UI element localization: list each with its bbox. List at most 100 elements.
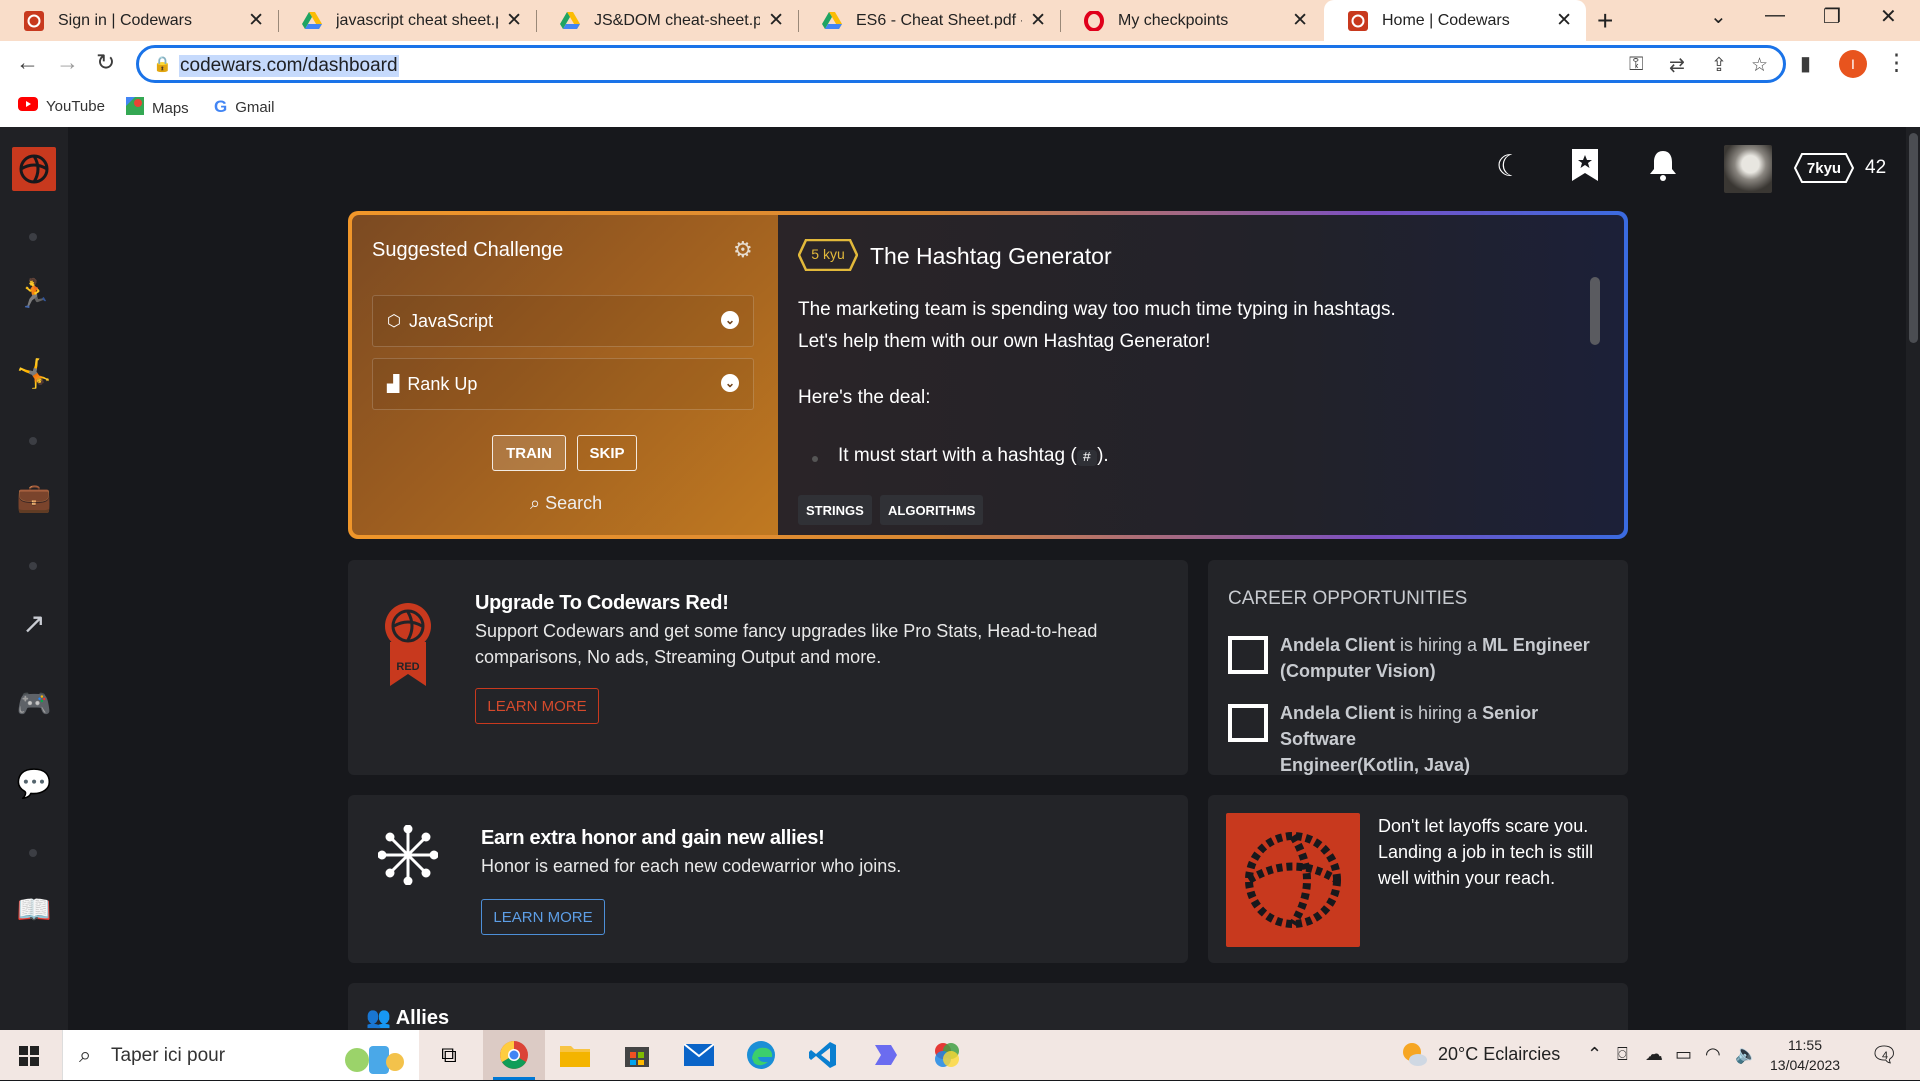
vscode-icon[interactable] [806, 1038, 840, 1072]
practice-icon[interactable]: 🤸 [12, 353, 56, 393]
onedrive-cloud-icon[interactable]: ☁ [1645, 1044, 1663, 1065]
back-button[interactable]: ← [16, 49, 39, 76]
bookmark-star-icon[interactable]: ☆ [1751, 54, 1768, 77]
codewars-logo-icon[interactable] [12, 147, 56, 191]
bookmark-gmail[interactable]: G Gmail [214, 97, 274, 117]
browser-tab[interactable]: javascript cheat sheet.pdf - ✕ [278, 0, 536, 41]
scrollbar-thumb[interactable] [1909, 133, 1918, 343]
url-text[interactable]: codewars.com/dashboard [179, 55, 399, 77]
language-value: JavaScript [408, 310, 494, 331]
lock-icon[interactable]: 🔒 [153, 55, 172, 73]
color-wheel-app-icon[interactable] [930, 1038, 964, 1072]
allies-learn-more-button[interactable]: LEARN MORE [481, 899, 605, 935]
power-automate-icon[interactable] [868, 1038, 902, 1072]
taskbar-search-box[interactable]: ⌕ Taper ici pour [62, 1030, 419, 1080]
close-tab-icon[interactable]: ✕ [768, 9, 784, 32]
profile-avatar[interactable]: I [1839, 50, 1867, 78]
clock-date: 13/04/2023 [1770, 1057, 1841, 1073]
language-select[interactable]: ⬡ JavaScript ⌄ [372, 295, 754, 347]
weather-text[interactable]: 20°C Eclaircies [1438, 1044, 1560, 1065]
job-text: Andela Client is hiring a Senior Softwar… [1280, 700, 1610, 778]
browser-tab[interactable]: JS&DOM cheat-sheet.pdf - ✕ [536, 0, 798, 41]
notification-center-icon[interactable]: 🗨 4 [1870, 1042, 1898, 1068]
close-window-button[interactable]: ✕ [1880, 4, 1897, 29]
key-icon[interactable]: ⚿ [1629, 54, 1643, 76]
browser-tab-active[interactable]: Home | Codewars ✕ [1324, 0, 1586, 41]
docs-book-icon[interactable]: 📖 [12, 889, 56, 929]
training-icon[interactable]: 🏃 [12, 273, 56, 313]
allies-section: 👥 Allies [348, 983, 1628, 1030]
strategy-value: Rank Up [407, 373, 478, 394]
volume-icon[interactable]: 🔈 [1735, 1044, 1757, 1065]
company-logo-icon [1228, 704, 1268, 742]
battery-icon[interactable]: ▭ [1675, 1044, 1692, 1065]
address-bar[interactable]: 🔒 codewars.com/dashboard ⚿ ⇄ ⇪ ☆ [136, 45, 1786, 83]
weather-icon[interactable] [1400, 1040, 1428, 1073]
job-text: Andela Client is hiring a ML Engineer (Co… [1280, 632, 1610, 684]
tab-search-icon[interactable]: ⌄ [1710, 4, 1727, 29]
clock[interactable]: 11:55 13/04/2023 [1770, 1035, 1840, 1075]
user-avatar[interactable] [1724, 145, 1772, 193]
webcam-icon[interactable]: ⌼ [1617, 1044, 1628, 1065]
microsoft-store-icon[interactable] [620, 1038, 654, 1072]
challenge-settings-panel: Suggested Challenge ⚙ ⬡ JavaScript ⌄ ▟ R… [352, 215, 778, 535]
briefcase-icon[interactable]: 💼 [12, 477, 56, 517]
chevron-up-icon[interactable]: ⌃ [1587, 1044, 1602, 1065]
preview-scrollbar[interactable] [1590, 277, 1600, 345]
tag-algorithms[interactable]: ALGORITHMS [880, 495, 984, 525]
rank-badge[interactable]: 7kyu [1794, 153, 1854, 183]
menu-icon[interactable]: ⋮ [1885, 49, 1908, 76]
javascript-icon: ⬡ [387, 313, 401, 330]
allies-title: Allies [395, 1007, 450, 1029]
dark-mode-moon-icon[interactable]: ☾ [1496, 149, 1523, 184]
bookmark-youtube[interactable]: YouTube [18, 97, 105, 115]
tab-title: javascript cheat sheet.pdf - [336, 11, 498, 29]
browser-tab[interactable]: Sign in | Codewars ✕ [0, 0, 278, 41]
translate-icon[interactable]: ⇄ [1669, 54, 1685, 77]
upgrade-red-card: RED Upgrade To Codewars Red! Support Cod… [348, 560, 1188, 775]
bookmark-maps[interactable]: Maps [126, 97, 189, 119]
kata-title[interactable]: The Hashtag Generator [870, 243, 1112, 270]
layoffs-ad-card[interactable]: Don't let layoffs scare you. Landing a j… [1208, 795, 1628, 963]
close-tab-icon[interactable]: ✕ [506, 9, 522, 32]
discord-icon[interactable]: 🎮 [12, 683, 56, 723]
close-tab-icon[interactable]: ✕ [1030, 9, 1046, 32]
page-scrollbar[interactable] [1906, 127, 1920, 1030]
wifi-icon[interactable]: ◠ [1705, 1044, 1721, 1065]
train-button[interactable]: TRAIN [492, 435, 566, 471]
search-link[interactable]: ⌕ Search [530, 493, 602, 514]
notifications-bell-icon[interactable] [1648, 149, 1678, 189]
close-tab-icon[interactable]: ✕ [1556, 9, 1572, 32]
sidebar-divider-dot [29, 233, 37, 241]
codewars-icon [1348, 10, 1368, 31]
forward-button[interactable]: → [56, 49, 79, 76]
google-icon: G [214, 97, 228, 116]
strategy-select[interactable]: ▟ Rank Up ⌄ [372, 358, 754, 410]
reload-button[interactable]: ↻ [96, 49, 115, 76]
browser-tab[interactable]: ES6 - Cheat Sheet.pdf - Goo ✕ [798, 0, 1060, 41]
close-tab-icon[interactable]: ✕ [1292, 9, 1308, 32]
share-icon[interactable]: ⇪ [1711, 54, 1727, 77]
browser-tab[interactable]: My checkpoints ✕ [1060, 0, 1322, 41]
leaderboard-trend-icon[interactable]: ↗ [12, 603, 56, 643]
edge-icon[interactable] [744, 1038, 778, 1072]
job-role: (Computer Vision) [1280, 661, 1436, 681]
task-view-icon[interactable]: ⧉ [432, 1038, 466, 1072]
gear-icon[interactable]: ⚙ [733, 237, 753, 263]
mail-icon[interactable] [682, 1038, 716, 1072]
windows-start-icon[interactable] [19, 1046, 39, 1066]
taskbar-chrome[interactable] [483, 1030, 545, 1080]
new-tab-button[interactable]: + [1597, 5, 1613, 37]
close-tab-icon[interactable]: ✕ [248, 9, 264, 32]
kyu-text: 5 kyu [811, 246, 845, 262]
file-explorer-icon[interactable] [558, 1038, 592, 1072]
tag-strings[interactable]: STRINGS [798, 495, 872, 525]
upgrade-learn-more-button[interactable]: LEARN MORE [475, 688, 599, 724]
minimize-button[interactable]: — [1765, 4, 1785, 27]
skip-button[interactable]: SKIP [577, 435, 637, 471]
kyu-badge: 5 kyu [797, 238, 859, 272]
discussion-icon[interactable]: 💬 [12, 763, 56, 803]
side-panel-icon[interactable]: ▮ [1800, 51, 1811, 76]
restore-button[interactable]: ❐ [1823, 4, 1841, 29]
bookmark-icon[interactable] [1572, 149, 1598, 189]
